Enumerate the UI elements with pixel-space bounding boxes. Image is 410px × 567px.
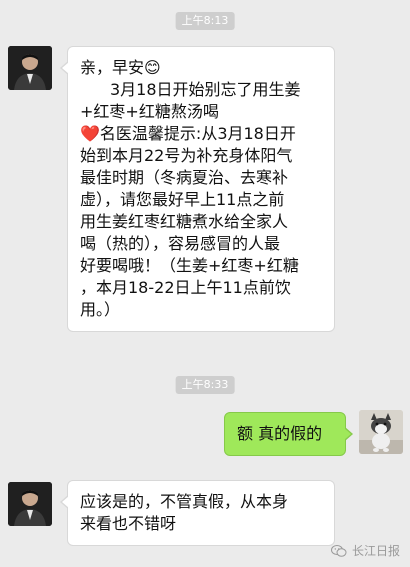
message-line: 用生姜红枣红糖煮水给全家人 [80, 212, 289, 231]
person-photo-icon [8, 482, 52, 526]
message-line: 亲，早安😊 [80, 58, 161, 77]
message-line: 喝（热的），容易感冒的人最 [80, 234, 281, 253]
message-bubble-friend[interactable]: 亲，早安😊 3月18日开始别忘了用生姜 +红枣+红糖熬汤喝 ❤️名医温馨提示:从… [60, 46, 335, 332]
message-line: 最佳时期（冬病夏治、去寒补 [80, 168, 289, 187]
message-bubble-me[interactable]: 额 真的假的 [224, 412, 353, 456]
message-line: +红枣+红糖熬汤喝 [80, 102, 219, 121]
person-photo-icon [8, 46, 52, 90]
dog-photo-icon [359, 410, 403, 454]
timestamp: 上午8:13 [175, 12, 235, 30]
wechat-icon [330, 544, 347, 557]
timestamp: 上午8:33 [175, 376, 235, 394]
message-line: 来看也不错呀 [80, 514, 177, 533]
message-line: ，本月18-22日上午11点前饮 [80, 278, 291, 297]
contact-avatar[interactable] [8, 46, 52, 90]
message-line: 额 真的假的 [237, 424, 323, 443]
message-line: 始到本月22号为补充身体阳气 [80, 146, 293, 165]
message-line: 虚），请您最好早上11点之前 [80, 190, 285, 209]
message-line: 用。） [80, 300, 121, 319]
message-line: 应该是的，不管真假，从本身 [80, 492, 289, 511]
message-line: 好要喝哦！（生姜+红枣+红糖 [80, 256, 299, 275]
my-avatar[interactable] [359, 410, 403, 454]
contact-avatar[interactable] [8, 482, 52, 526]
message-line: ❤️名医温馨提示:从3月18日开 [80, 124, 296, 143]
message-bubble-friend[interactable]: 应该是的，不管真假，从本身 来看也不错呀 [60, 480, 335, 546]
watermark: 长江日报 [330, 542, 400, 559]
watermark-text: 长江日报 [351, 544, 400, 558]
message-line: 3月18日开始别忘了用生姜 [110, 80, 301, 99]
